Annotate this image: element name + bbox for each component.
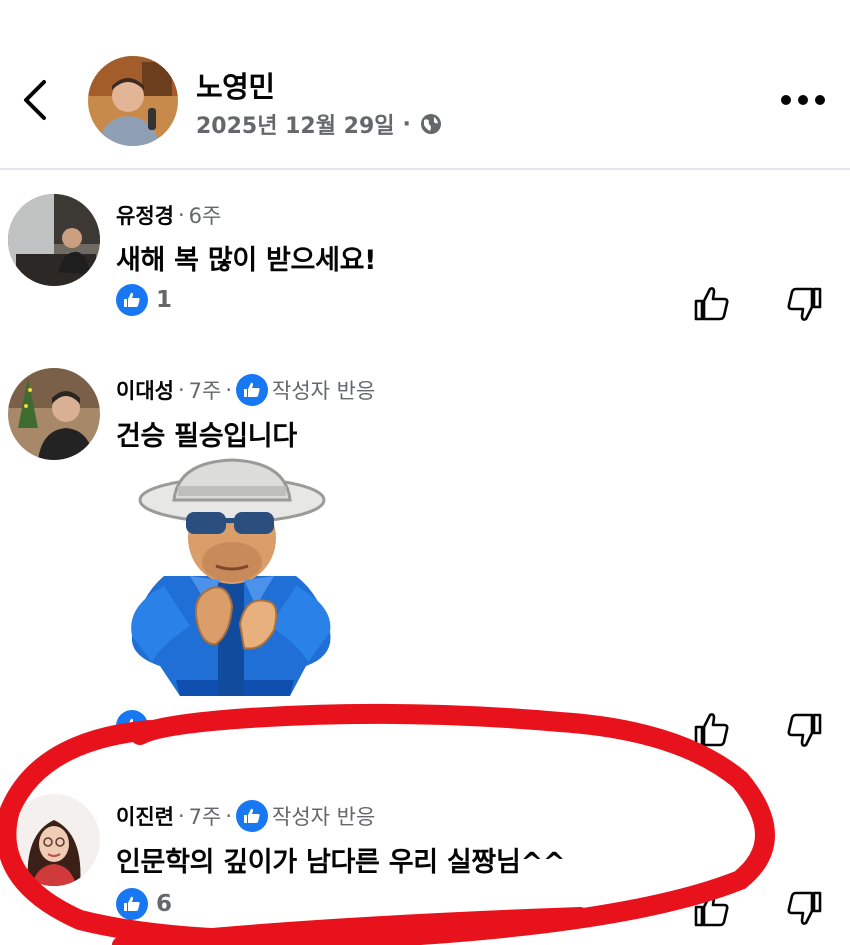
back-chevron-icon[interactable]: [18, 78, 54, 122]
thumbs-down-icon[interactable]: [784, 284, 824, 324]
comment-time[interactable]: 6주: [189, 200, 222, 230]
author-reaction-badge: 작성자 반응: [236, 800, 375, 832]
poster-avatar[interactable]: [88, 56, 178, 146]
comment-header: 이대성 · 7주 · 작성자 반응: [116, 374, 375, 406]
thumbs-down-icon[interactable]: [784, 888, 824, 928]
post-meta: 2025년 12월 29일 ·: [196, 108, 443, 140]
post-date[interactable]: 2025년 12월 29일: [196, 108, 395, 140]
more-options-icon[interactable]: [778, 86, 828, 114]
author-reaction-label: 작성자 반응: [272, 805, 376, 829]
comment-time[interactable]: 7주: [189, 801, 222, 831]
commenter-avatar[interactable]: [8, 368, 100, 460]
commenter-avatar[interactable]: [8, 794, 100, 886]
reaction-summary[interactable]: 6: [116, 888, 172, 920]
comment-header: 이진련 · 7주 · 작성자 반응: [116, 800, 375, 832]
globe-icon: [420, 114, 441, 134]
comment-text: 새해 복 많이 받으세요!: [116, 245, 377, 276]
commenter-name[interactable]: 유정경: [116, 200, 174, 230]
thumbs-up-icon[interactable]: [692, 284, 732, 324]
poster-name[interactable]: 노영민: [196, 64, 275, 106]
comment-time[interactable]: 7주: [189, 375, 222, 405]
like-count: 6: [156, 891, 173, 917]
comment-text: 건승 필승입니다: [116, 421, 297, 452]
meta-separator: ·: [402, 111, 411, 137]
like-reaction-icon: [116, 710, 148, 742]
reaction-summary[interactable]: 1: [116, 284, 172, 316]
commenter-name[interactable]: 이진련: [116, 801, 174, 831]
comment-header: 유정경 · 6주: [116, 200, 221, 230]
commenter-avatar[interactable]: [8, 194, 100, 286]
header-separator: ·: [177, 378, 185, 402]
header-separator: ·: [225, 804, 233, 828]
commenter-name[interactable]: 이대성: [116, 375, 174, 405]
like-reaction-icon: [236, 374, 269, 406]
post-header: 노영민 2025년 12월 29일 ·: [0, 0, 850, 170]
header-separator: ·: [177, 203, 185, 227]
author-reaction-badge: 작성자 반응: [236, 374, 375, 406]
like-reaction-icon: [116, 284, 148, 316]
thumbs-down-icon[interactable]: [784, 710, 824, 750]
header-separator: ·: [225, 378, 233, 402]
clapping-man-sticker: [131, 458, 331, 696]
like-reaction-icon: [236, 800, 269, 832]
author-reaction-label: 작성자 반응: [272, 379, 376, 403]
header-separator: ·: [177, 804, 185, 828]
like-reaction-icon: [116, 888, 148, 920]
like-count: 1: [156, 287, 173, 313]
thumbs-up-icon[interactable]: [692, 710, 732, 750]
reaction-summary[interactable]: [116, 710, 156, 742]
comment-text: 인문학의 깊이가 남다른 우리 실짱님^^: [116, 847, 566, 878]
thumbs-up-icon[interactable]: [692, 890, 732, 930]
